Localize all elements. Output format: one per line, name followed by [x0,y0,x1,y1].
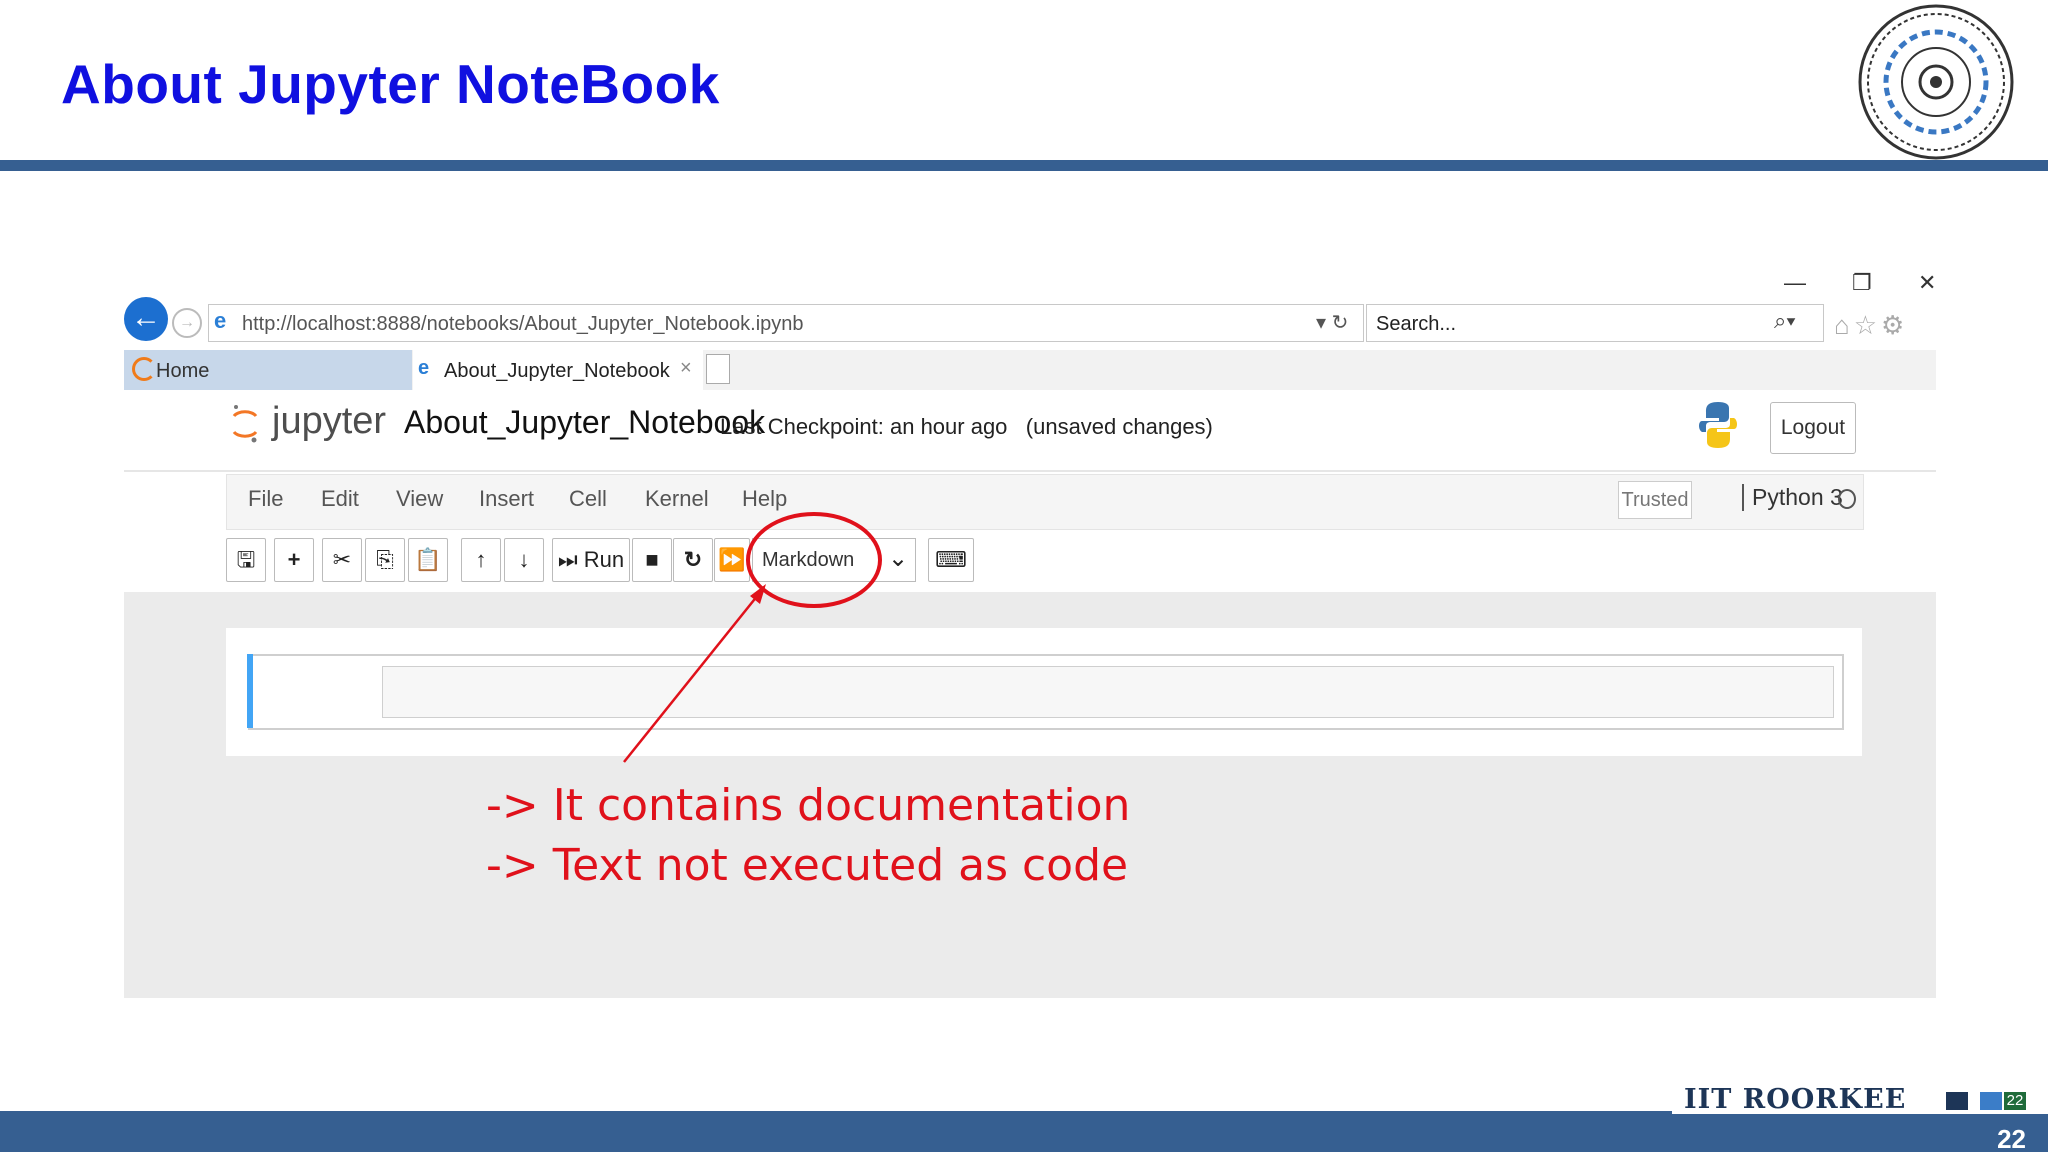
search-placeholder: Search... [1376,313,1457,335]
fast-forward-icon[interactable]: ⏩ [714,538,750,582]
url-text: http://localhost:8888/notebooks/About_Ju… [242,313,804,335]
brand-page-number: 22 [2004,1092,2026,1110]
logout-button[interactable]: Logout [1770,402,1856,454]
menu-help[interactable]: Help [742,486,787,512]
tab-notebook-label: About_Jupyter_Notebook [444,360,670,382]
cell-selection-bar [247,654,253,728]
annotation-line-2: -> Text not executed as code [486,840,1129,891]
brand-square-icon [1980,1092,2002,1110]
chevron-down-icon[interactable]: ⌄ [888,544,908,573]
python-logo-icon [1699,402,1737,448]
menu-view[interactable]: View [396,486,443,512]
back-arrow-icon[interactable]: ← [124,297,168,341]
new-tab-icon[interactable] [706,354,730,384]
close-window-icon[interactable]: ✕ [1918,270,1936,296]
checkpoint-text: Last Checkpoint: an hour ago [720,414,1008,439]
restore-icon[interactable]: ❐ [1852,270,1872,296]
cut-icon[interactable]: ✂ [322,538,362,582]
tab-home-label: Home [156,360,210,382]
unsaved-text: (unsaved changes) [1025,414,1213,439]
menu-kernel[interactable]: Kernel [645,486,709,512]
page-number: 22 [1997,1124,2026,1154]
slide-title: About Jupyter NoteBook [61,53,720,115]
title-divider [0,160,2048,171]
kernel-idle-icon [1838,489,1856,509]
insert-cell-icon[interactable]: + [274,538,314,582]
save-icon[interactable]: 🖫 [226,538,266,582]
restart-icon[interactable]: ↻ [673,538,713,582]
run-label: Run [583,547,625,572]
run-button[interactable]: ⏭ Run [552,538,630,582]
menu-edit[interactable]: Edit [321,486,359,512]
checkpoint-status: Last Checkpoint: an hour ago (unsaved ch… [720,414,1213,440]
stop-icon[interactable]: ■ [632,538,672,582]
ie-icon: e [214,308,227,333]
kernel-name: Python 3 [1742,484,1843,511]
trusted-badge[interactable]: Trusted [1618,481,1692,519]
home-star-gear-icons[interactable]: ⌂☆⚙ [1834,310,1908,341]
brand-square-icon [1946,1092,1968,1110]
jupyter-tab-icon [132,357,156,381]
keyboard-icon[interactable]: ⌨ [928,538,974,582]
jupyter-logo-icon [232,405,258,443]
copy-icon[interactable]: ⎘ [365,538,405,582]
search-icon[interactable]: ⌕▾ [1774,308,1796,334]
menu-insert[interactable]: Insert [479,486,534,512]
iit-roorkee-seal-logo [1858,4,2014,160]
move-down-icon[interactable]: ↓ [504,538,544,582]
annotation-line-1: -> It contains documentation [486,780,1131,831]
ie-tab-icon: e [418,357,430,379]
paste-icon[interactable]: 📋 [408,538,448,582]
menu-file[interactable]: File [248,486,283,512]
refresh-icon[interactable]: ▾ ↻ [1316,310,1348,335]
annotation-arrow [623,584,766,763]
run-icon: ⏭ [557,547,578,572]
notebook-name[interactable]: About_Jupyter_Notebook [404,404,765,441]
forward-arrow-icon[interactable]: → [172,308,202,338]
footer-bar [0,1111,2048,1152]
jupyter-wordmark[interactable]: jupyter [272,400,386,443]
brand-name: IIT ROORKEE [1684,1084,1907,1115]
minimize-icon[interactable]: — [1784,270,1806,296]
close-tab-icon[interactable]: × [680,357,692,380]
menu-cell[interactable]: Cell [569,486,607,512]
move-up-icon[interactable]: ↑ [461,538,501,582]
